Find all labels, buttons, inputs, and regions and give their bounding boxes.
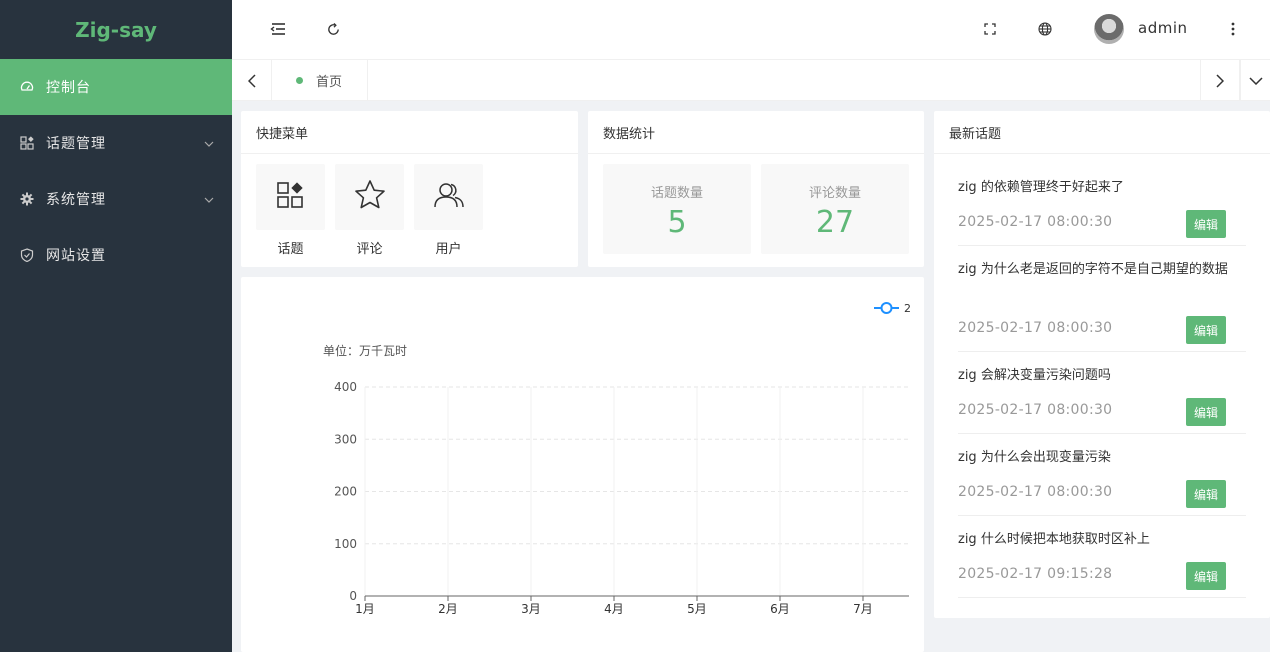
stat-value: 27	[815, 205, 855, 240]
active-tab-dot	[296, 77, 303, 84]
topic-title[interactable]: zig 什么时候把本地获取时区补上	[958, 528, 1246, 552]
legend-label: 2	[904, 302, 911, 315]
quick-menu-label: 用户	[435, 242, 462, 257]
sidebar-item-site-settings[interactable]: 网站设置	[0, 227, 232, 283]
chart-card: 0 100 200 300 400 1月 2月 3月 4月 5月 6月 7月 单位：万千瓦时 2	[241, 277, 924, 652]
apps-icon	[276, 180, 306, 214]
star-icon	[354, 179, 386, 215]
chart-x-tick-label: 5月	[687, 602, 707, 616]
topic-item: zig 会解决变量污染问题吗 2025-02-17 08:00:30 编辑	[958, 364, 1246, 434]
tab-dropdown-button[interactable]	[1240, 60, 1270, 101]
edit-button[interactable]: 编辑	[1186, 210, 1226, 238]
language-icon[interactable]	[1030, 14, 1060, 44]
chart-y-tick-label: 300	[334, 432, 357, 446]
stat-label: 评论数量	[808, 186, 861, 201]
sidebar-item-dashboard[interactable]: 控制台	[0, 59, 232, 115]
quick-menu-topics[interactable]: 话题	[256, 164, 325, 257]
topic-time: 2025-02-17 08:00:30	[958, 320, 1113, 336]
topic-item: zig 的依赖管理终于好起来了 2025-02-17 08:00:30 编辑	[958, 176, 1246, 246]
refresh-icon[interactable]	[318, 14, 348, 44]
latest-topics-title: 最新话题	[934, 111, 1270, 154]
chart-x-tick-label: 3月	[521, 602, 541, 616]
chart-y-tick-label: 0	[349, 589, 357, 603]
sidebar-item-label: 网站设置	[46, 248, 106, 264]
top-header: admin	[232, 0, 1270, 59]
users-icon	[433, 179, 465, 215]
stats-card: 数据统计 话题数量 5 评论数量 27	[588, 111, 924, 267]
legend-circle-marker	[880, 302, 893, 314]
tab-scroll-right-button[interactable]	[1200, 60, 1240, 101]
topic-title[interactable]: zig 为什么会出现变量污染	[958, 446, 1246, 470]
sidebar-item-system[interactable]: 系统管理	[0, 171, 232, 227]
chart-x-tick-label: 2月	[438, 602, 458, 616]
tab-home-label: 首页	[316, 75, 343, 90]
topic-item: zig 为什么老是返回的字符不是自己期望的数据 2025-02-17 08:00…	[958, 258, 1246, 352]
edit-button[interactable]: 编辑	[1186, 316, 1226, 344]
quick-menu-comments[interactable]: 评论	[335, 164, 404, 257]
sidebar: Zig-say 控制台 话题管理 系统管理 网站设置	[0, 0, 232, 652]
collapse-menu-icon[interactable]	[263, 14, 293, 44]
edit-button[interactable]: 编辑	[1186, 480, 1226, 508]
chart-y-tick-label: 200	[334, 485, 357, 499]
chevron-down-icon	[204, 193, 214, 203]
tab-scroll-left-button[interactable]	[232, 60, 272, 101]
gear-icon	[20, 192, 34, 206]
topic-title[interactable]: zig 为什么老是返回的字符不是自己期望的数据	[958, 258, 1246, 282]
quick-menu-users[interactable]: 用户	[414, 164, 483, 257]
sidebar-item-label: 系统管理	[46, 192, 106, 208]
sidebar-item-label: 话题管理	[46, 136, 106, 152]
chart-y-tick-label: 400	[334, 380, 357, 394]
line-chart: 0 100 200 300 400 1月 2月 3月 4月 5月 6月 7月 单位：万千瓦时 2	[323, 302, 911, 616]
chart-x-tick-label: 6月	[770, 602, 790, 616]
dashboard-icon	[20, 80, 34, 94]
topic-title[interactable]: zig 会解决变量污染问题吗	[958, 364, 1246, 388]
edit-button[interactable]: 编辑	[1186, 562, 1226, 590]
brand-logo[interactable]: Zig-say	[0, 0, 232, 59]
chevron-down-icon	[204, 137, 214, 147]
topic-item: zig 什么时候把本地获取时区补上 2025-02-17 09:15:28 编辑	[958, 528, 1246, 598]
stat-label: 话题数量	[650, 186, 703, 201]
topic-time: 2025-02-17 08:00:30	[958, 484, 1113, 500]
chart-legend[interactable]: 2	[874, 302, 911, 315]
more-icon[interactable]	[1218, 14, 1248, 44]
stats-title: 数据统计	[588, 111, 924, 154]
stat-comment-count: 评论数量 27	[761, 164, 909, 254]
quick-menu-label: 评论	[356, 242, 383, 257]
chart-x-tick-label: 1月	[355, 602, 375, 616]
topic-title[interactable]: zig 的依赖管理终于好起来了	[958, 176, 1246, 200]
grid-icon	[20, 136, 34, 150]
chart-x-tick-label: 7月	[853, 602, 873, 616]
username-label[interactable]: admin	[1138, 19, 1188, 37]
chart-unit-label: 单位：万千瓦时	[323, 343, 407, 358]
stat-value: 5	[667, 205, 687, 240]
edit-button[interactable]: 编辑	[1186, 398, 1226, 426]
tab-home[interactable]: 首页	[272, 60, 368, 101]
sidebar-item-label: 控制台	[46, 80, 91, 96]
quick-menu-card: 快捷菜单 话题 评论 用户	[241, 111, 578, 267]
topic-time: 2025-02-17 09:15:28	[958, 566, 1113, 582]
fullscreen-icon[interactable]	[975, 14, 1005, 44]
topic-time: 2025-02-17 08:00:30	[958, 402, 1113, 418]
tabs-bar: 首页	[232, 59, 1270, 101]
stat-topic-count: 话题数量 5	[603, 164, 751, 254]
chart-x-tick-label: 4月	[604, 602, 624, 616]
sidebar-item-topics[interactable]: 话题管理	[0, 115, 232, 171]
chart-y-tick-label: 100	[334, 537, 357, 551]
quick-menu-title: 快捷菜单	[241, 111, 578, 154]
quick-menu-label: 话题	[277, 242, 304, 257]
shield-icon	[20, 248, 34, 262]
avatar[interactable]	[1094, 14, 1124, 44]
topic-time: 2025-02-17 08:00:30	[958, 214, 1113, 230]
topic-item: zig 为什么会出现变量污染 2025-02-17 08:00:30 编辑	[958, 446, 1246, 516]
latest-topics-card: 最新话题 zig 的依赖管理终于好起来了 2025-02-17 08:00:30…	[934, 111, 1270, 618]
